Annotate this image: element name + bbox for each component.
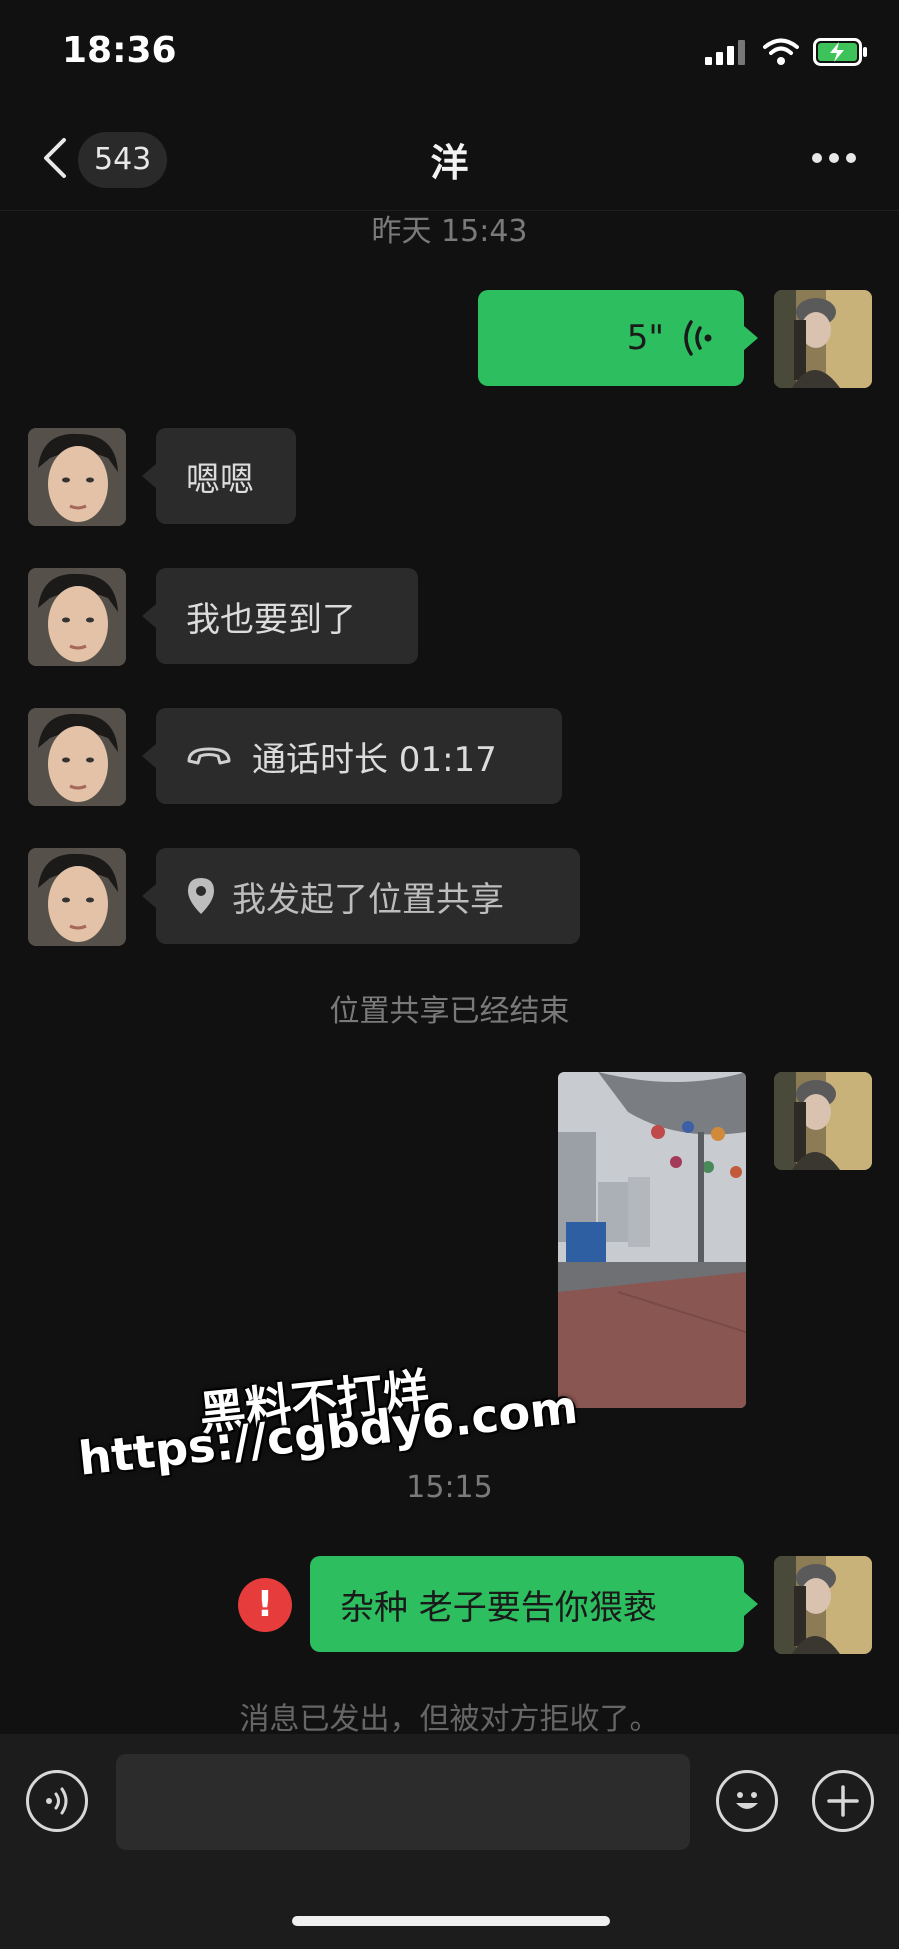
system-notice: 位置共享已经结束 xyxy=(329,994,570,1029)
voice-message-bubble[interactable]: 5" xyxy=(478,290,758,386)
call-record-bubble[interactable]: 通话时长 01:17 xyxy=(142,708,562,804)
call-duration-text: 通话时长 01:17 xyxy=(252,739,497,780)
message-bubble[interactable]: 杂种 老子要告你猥亵 xyxy=(310,1556,758,1652)
add-attachment-button[interactable] xyxy=(812,1770,874,1832)
send-failed-icon[interactable]: ! xyxy=(238,1578,292,1632)
message-bubble[interactable]: 我也要到了 xyxy=(142,568,418,664)
status-icons xyxy=(705,38,869,66)
location-pin-icon xyxy=(188,878,214,914)
contact-avatar[interactable] xyxy=(28,568,126,666)
message-text: 我也要到了 xyxy=(186,599,356,640)
status-time: 18:36 xyxy=(62,30,177,71)
signal-icon xyxy=(705,40,745,65)
emoji-icon xyxy=(736,1792,758,1809)
voice-icon xyxy=(46,1787,68,1815)
my-avatar[interactable] xyxy=(774,290,872,388)
message-text: 嗯嗯 xyxy=(186,459,254,500)
chat-title: 洋 xyxy=(430,141,469,185)
location-share-text: 我发起了位置共享 xyxy=(232,879,504,920)
plus-icon xyxy=(827,1785,859,1817)
more-options-icon[interactable] xyxy=(809,150,859,166)
voice-input-button[interactable] xyxy=(26,1770,88,1832)
my-avatar[interactable] xyxy=(774,1556,872,1654)
home-indicator xyxy=(292,1916,610,1926)
location-share-bubble[interactable]: 我发起了位置共享 xyxy=(142,848,580,944)
contact-avatar[interactable] xyxy=(28,708,126,806)
emoji-button[interactable] xyxy=(716,1770,778,1832)
wifi-icon xyxy=(763,38,799,65)
timestamp: 15:15 xyxy=(406,1470,493,1505)
contact-avatar[interactable] xyxy=(28,848,126,946)
message-bubble[interactable]: 嗯嗯 xyxy=(142,428,296,524)
battery-charging-icon xyxy=(813,38,867,66)
message-text: 杂种 老子要告你猥亵 xyxy=(340,1587,657,1628)
system-notice: 消息已发出，但被对方拒收了。 xyxy=(239,1702,660,1737)
timestamp: 昨天 15:43 xyxy=(371,214,528,249)
voice-duration: 5" xyxy=(626,318,664,358)
sent-photo[interactable] xyxy=(558,1072,746,1408)
voice-wave-icon xyxy=(684,320,712,356)
phone-hangup-icon xyxy=(187,747,231,765)
message-input[interactable] xyxy=(116,1754,690,1850)
contact-avatar[interactable] xyxy=(28,428,126,526)
my-avatar[interactable] xyxy=(774,1072,872,1170)
